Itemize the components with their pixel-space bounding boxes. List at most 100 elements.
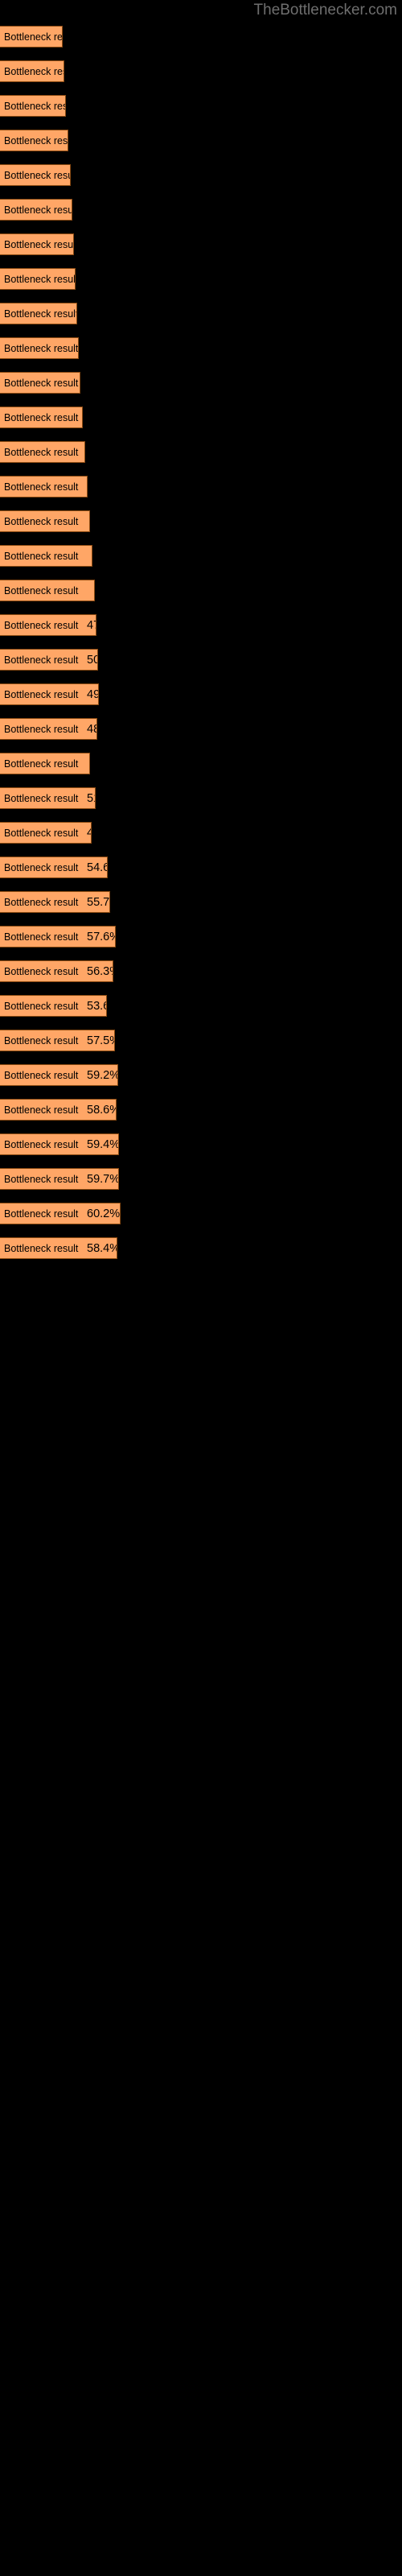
bar-label: Bottleneck result [4,896,79,908]
bar[interactable]: Bottleneck result 49.8% [0,683,99,705]
bar[interactable]: Bottleneck result [0,580,95,601]
bar[interactable]: Bottleneck result [0,303,77,324]
bar-row: Bottleneck result [0,56,402,90]
bar-value: 59.7% [87,1172,119,1186]
bar-row: Bottleneck result 58.6% [0,1094,402,1129]
bar-label: Bottleneck result [4,584,79,597]
bar[interactable]: Bottleneck result [0,130,68,151]
bar-row: Bottleneck result 55.7% [0,886,402,921]
bar[interactable]: Bottleneck result 53.6% [0,995,107,1017]
site-watermark: TheBottlenecker.com [253,2,397,19]
bar-value: 55.7% [87,895,110,909]
bottleneck-bar-chart: TheBottlenecker.com Bottleneck resultBot… [0,0,402,2576]
bar-label: Bottleneck result [4,1242,79,1254]
bar-label: Bottleneck result [4,308,77,320]
bar-label: Bottleneck result [4,1138,79,1150]
bar[interactable]: Bottleneck result [0,164,71,186]
bar-label: Bottleneck result [4,723,79,735]
bar-label: Bottleneck result [4,1208,79,1220]
bar[interactable]: Bottleneck result 57.6% [0,926,116,947]
bar-label: Bottleneck result [4,273,76,285]
bar-value: 51.9% [87,791,95,805]
bar[interactable]: Bottleneck result [0,441,85,463]
bar-row: Bottleneck result [0,471,402,506]
bar-row: Bottleneck result 49.8% [0,679,402,713]
bar-label: Bottleneck result [4,100,65,112]
bar[interactable]: Bottleneck result 49.1% [0,822,92,844]
bar[interactable]: Bottleneck result [0,337,79,359]
bar-value: 47.6% [87,618,96,632]
bar[interactable]: Bottleneck result [0,545,92,567]
bar-value: 57.6% [87,930,115,943]
bar-label: Bottleneck result [4,1104,79,1116]
bar[interactable]: Bottleneck result 48.4% [0,718,97,740]
bar[interactable]: Bottleneck result 50.2% [0,649,98,671]
bar-value: 57.5% [87,1034,114,1047]
bar[interactable]: Bottleneck result [0,26,63,47]
bar-row: Bottleneck result [0,332,402,367]
bar-row: Bottleneck result [0,263,402,298]
bar[interactable]: Bottleneck result [0,407,83,428]
bar-label: Bottleneck result [4,688,79,700]
bar-row: Bottleneck result [0,367,402,402]
bar-label: Bottleneck result [4,342,79,354]
bar-value: 54.6% [87,861,107,874]
bar-label: Bottleneck result [4,377,79,389]
bar-row: Bottleneck result 48.4% [0,713,402,748]
bar-row: Bottleneck result 53.6% [0,990,402,1025]
bar-value: 58.4% [87,1241,117,1255]
bar[interactable]: Bottleneck result [0,60,64,82]
bar-label: Bottleneck result [4,169,70,181]
bar-row: Bottleneck result [0,194,402,229]
bar-list: Bottleneck resultBottleneck resultBottle… [0,21,402,1267]
bar-label: Bottleneck result [4,204,72,216]
bar[interactable]: Bottleneck result 56.3% [0,960,113,982]
bar[interactable]: Bottleneck result 60.2% [0,1203,121,1224]
bar[interactable]: Bottleneck result [0,372,80,394]
bar[interactable]: Bottleneck result 58.4% [0,1237,117,1259]
bar-row: Bottleneck result [0,575,402,609]
bar-label: Bottleneck result [4,134,68,147]
bar[interactable]: Bottleneck result [0,476,88,497]
bar-row: Bottleneck result [0,90,402,125]
bar-label: Bottleneck result [4,1034,79,1046]
bar-row: Bottleneck result [0,229,402,263]
bar-label: Bottleneck result [4,515,79,527]
bar[interactable]: Bottleneck result 58.6% [0,1099,117,1121]
bar-value: 53.6% [87,999,106,1013]
bar[interactable]: Bottleneck result 54.6% [0,857,108,878]
bar[interactable]: Bottleneck result [0,268,76,290]
bar[interactable]: Bottleneck result 47.6% [0,614,96,636]
bar-value: 59.2% [87,1068,118,1082]
bar[interactable]: Bottleneck result [0,95,66,117]
bar-row: Bottleneck result 49.1% [0,817,402,852]
bar[interactable]: Bottleneck result [0,510,90,532]
bar[interactable]: Bottleneck result 51.9% [0,787,96,809]
bar-label: Bottleneck result [4,1000,79,1012]
bar[interactable]: Bottleneck result [0,233,74,255]
bar-row: Bottleneck result 54.6% [0,852,402,886]
bar-row: Bottleneck result [0,748,402,782]
bar-label: Bottleneck result [4,411,79,423]
bar-label: Bottleneck result [4,550,79,562]
bar[interactable]: Bottleneck result 59.7% [0,1168,119,1190]
bar-label: Bottleneck result [4,446,79,458]
bar[interactable]: Bottleneck result [0,199,72,221]
bar-label: Bottleneck result [4,827,79,839]
bar-row: Bottleneck result 51.9% [0,782,402,817]
bar[interactable]: Bottleneck result [0,753,90,774]
bar-label: Bottleneck result [4,931,79,943]
bar-value: 56.3% [87,964,113,978]
bar-row: Bottleneck result [0,298,402,332]
bar[interactable]: Bottleneck result 59.2% [0,1064,118,1086]
bar[interactable]: Bottleneck result 55.7% [0,891,110,913]
bar-label: Bottleneck result [4,1173,79,1185]
bar-row: Bottleneck result [0,436,402,471]
bar-label: Bottleneck result [4,481,79,493]
bar[interactable]: Bottleneck result 59.4% [0,1133,119,1155]
bar[interactable]: Bottleneck result 57.5% [0,1030,115,1051]
bar-row: Bottleneck result 57.6% [0,921,402,956]
bar-row: Bottleneck result 59.7% [0,1163,402,1198]
bar-row: Bottleneck result 60.2% [0,1198,402,1232]
bar-row: Bottleneck result [0,125,402,159]
